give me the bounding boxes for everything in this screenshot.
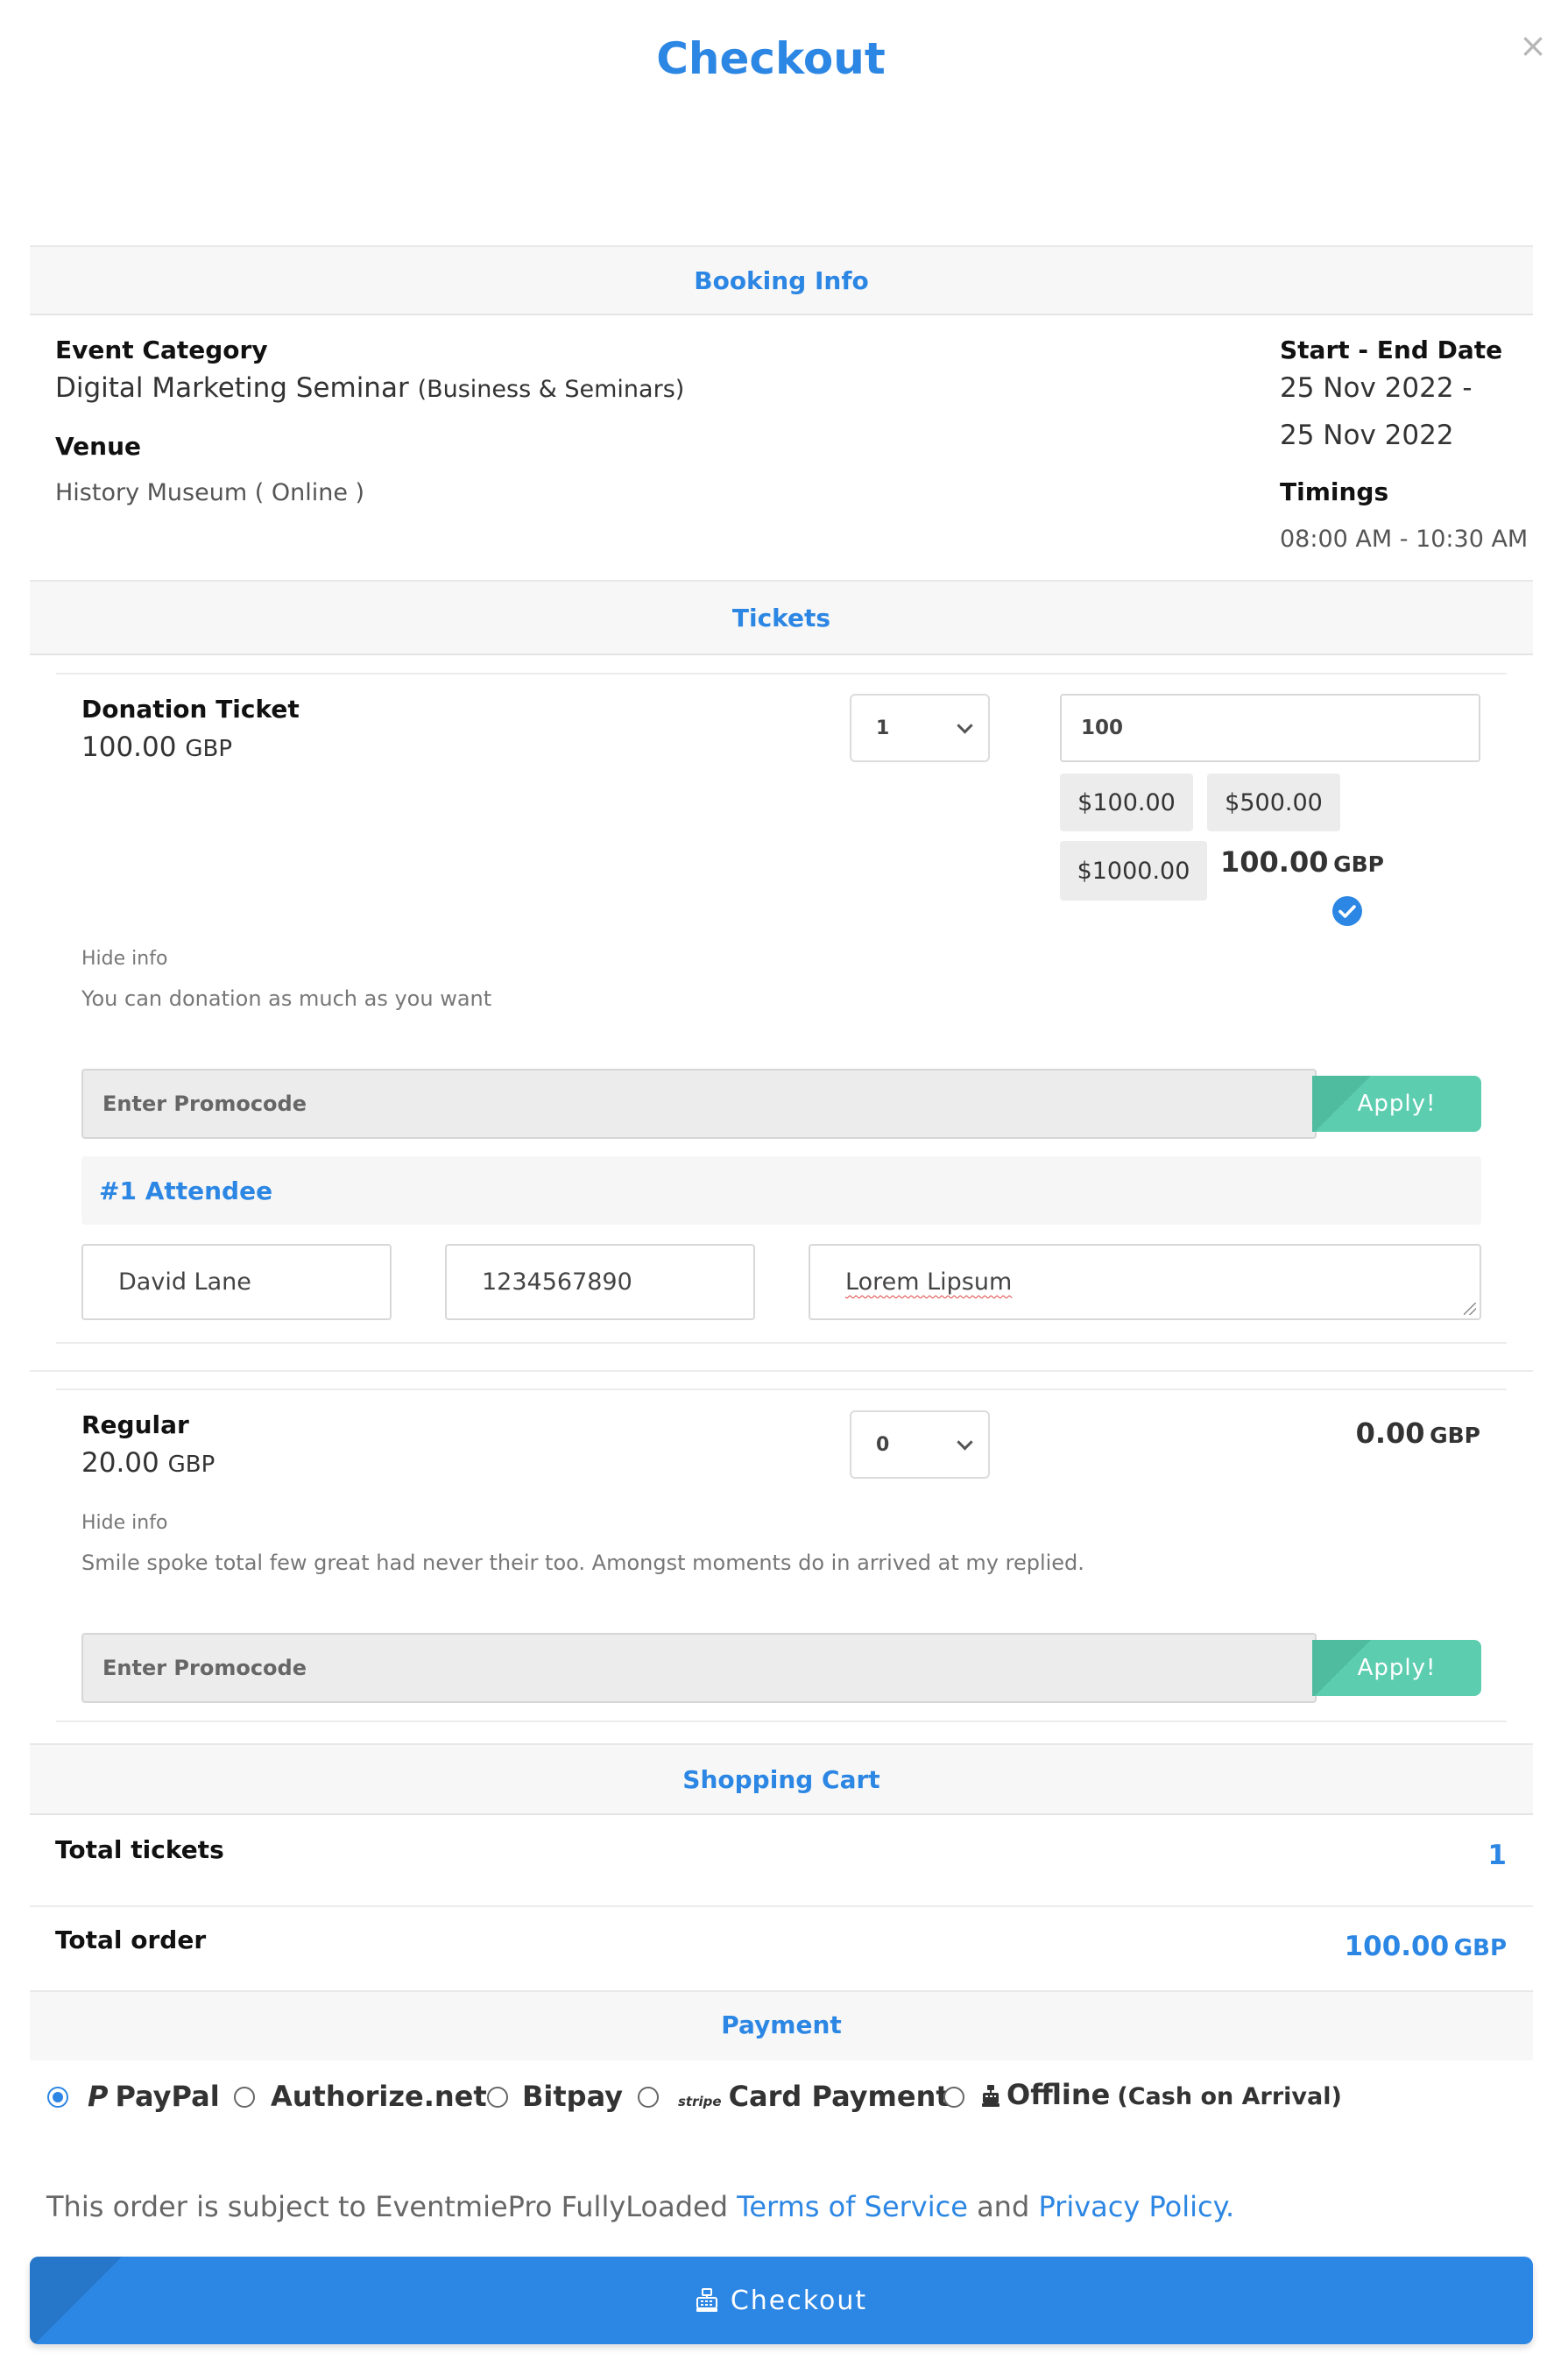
donation-ticket-name: Donation Ticket — [81, 695, 300, 724]
regular-ticket-total: 0.00 GBP — [1356, 1417, 1480, 1450]
booking-info-header: Booking Info — [30, 245, 1533, 315]
shopping-cart-header: Shopping Cart — [30, 1743, 1533, 1815]
start-date: 25 Nov 2022 - — [1280, 372, 1473, 404]
total-order-label: Total order — [55, 1925, 207, 1954]
cart-divider — [30, 1905, 1533, 1907]
regular-price-value: 20.00 — [81, 1447, 159, 1479]
attendee-header: #1 Attendee — [81, 1156, 1481, 1225]
check-circle-icon — [1332, 896, 1362, 926]
regular-hide-info[interactable]: Hide info — [81, 1512, 167, 1534]
regular-total-value: 0.00 — [1355, 1417, 1425, 1450]
promo-code-input[interactable]: Enter Promocode — [81, 1069, 1317, 1139]
tickets-header: Tickets — [30, 580, 1533, 655]
donation-price-value: 100.00 — [81, 731, 177, 763]
checkout-button-label: Checkout — [730, 2285, 868, 2316]
amount-option-500[interactable]: $500.00 — [1207, 774, 1340, 831]
checkout-button[interactable]: Checkout — [30, 2257, 1533, 2344]
terms-text: This order is subject to EventmiePro Ful… — [46, 2190, 1234, 2223]
total-tickets-value: 1 — [1487, 1840, 1507, 1871]
donation-ticket-total: 100.00 GBP — [1220, 845, 1384, 879]
chevron-down-icon — [957, 1434, 973, 1451]
venue-label: Venue — [55, 432, 141, 461]
regular-total-currency: GBP — [1430, 1423, 1480, 1448]
donation-qty-select[interactable]: 1 — [850, 694, 990, 762]
authorize-radio[interactable] — [234, 2087, 255, 2108]
donation-total-currency: GBP — [1333, 851, 1384, 877]
payment-option-authorize[interactable]: Authorize.net — [234, 2080, 487, 2125]
donation-promo: Enter Promocode Apply! — [81, 1069, 1481, 1139]
apply-button[interactable]: Apply! — [1312, 1640, 1481, 1696]
donation-price-currency: GBP — [185, 736, 233, 762]
apply-button-label: Apply! — [1357, 1091, 1437, 1117]
amount-option-100[interactable]: $100.00 — [1060, 774, 1193, 831]
regular-price-currency: GBP — [167, 1452, 215, 1478]
attendee-phone-field[interactable]: 1234567890 — [445, 1244, 755, 1320]
event-category-label: Event Category — [55, 336, 268, 364]
regular-promo: Enter Promocode Apply! — [81, 1633, 1481, 1703]
payment-header: Payment — [30, 1990, 1533, 2060]
date-label: Start - End Date — [1280, 336, 1503, 364]
paypal-icon: P — [88, 2080, 109, 2113]
payment-option-offline[interactable]: Offline (Cash on Arrival) — [943, 2078, 1342, 2125]
attendee-address-text: Lorem Lipsum — [845, 1268, 1013, 1296]
timings-label: Timings — [1280, 477, 1389, 506]
apply-button[interactable]: Apply! — [1312, 1076, 1481, 1132]
amount-option-1000[interactable]: $1000.00 — [1060, 841, 1207, 901]
ticket-divider — [56, 673, 1507, 675]
paypal-label: PayPal — [115, 2080, 220, 2113]
card-radio[interactable] — [638, 2087, 659, 2108]
total-order-value: 100.00 GBP — [1345, 1931, 1507, 1962]
card-payment-label: Card Payment — [728, 2080, 950, 2113]
offline-radio[interactable] — [943, 2087, 964, 2108]
total-order-amount: 100.00 — [1344, 1931, 1450, 1962]
page-title: Checkout — [656, 33, 886, 84]
attendee-address-field[interactable]: Lorem Lipsum — [809, 1244, 1481, 1320]
venue-text: History Museum ( Online ) — [55, 479, 365, 506]
offline-sublabel: (Cash on Arrival) — [1117, 2083, 1342, 2110]
privacy-policy-link[interactable]: Privacy Policy. — [1038, 2190, 1234, 2223]
donation-hide-info[interactable]: Hide info — [81, 948, 167, 970]
promo-code-input[interactable]: Enter Promocode — [81, 1633, 1317, 1703]
regular-qty-value: 0 — [876, 1433, 890, 1456]
cash-register-icon — [982, 2081, 999, 2107]
event-name: Digital Marketing Seminar (Business & Se… — [55, 372, 684, 404]
donation-total-value: 100.00 — [1220, 845, 1329, 879]
regular-ticket-name: Regular — [81, 1410, 189, 1439]
ticket-divider — [56, 1388, 1507, 1390]
paypal-radio[interactable] — [47, 2087, 68, 2108]
bitpay-radio[interactable] — [487, 2087, 508, 2108]
donation-qty-value: 1 — [876, 717, 890, 739]
event-category-text: (Business & Seminars) — [417, 376, 685, 403]
donation-amount-input[interactable]: 100 — [1060, 694, 1480, 762]
chevron-down-icon — [957, 717, 973, 734]
regular-description: Smile spoke total few great had never th… — [81, 1551, 1084, 1575]
payment-option-paypal[interactable]: P PayPal — [47, 2080, 220, 2125]
ticket-divider — [56, 1720, 1507, 1722]
bitpay-label: Bitpay — [522, 2080, 624, 2113]
cash-register-icon — [696, 2288, 718, 2313]
donation-description: You can donation as much as you want — [81, 986, 492, 1011]
timings-text: 08:00 AM - 10:30 AM — [1280, 526, 1529, 553]
total-order-currency: GBP — [1453, 1935, 1507, 1961]
ticket-divider — [30, 1370, 1533, 1372]
terms-prefix: This order is subject to EventmiePro Ful… — [46, 2190, 729, 2223]
donation-ticket-price: 100.00 GBP — [81, 731, 232, 763]
apply-button-label: Apply! — [1357, 1655, 1437, 1681]
payment-option-card[interactable]: stripe Card Payment — [638, 2080, 950, 2125]
regular-qty-select[interactable]: 0 — [850, 1410, 990, 1479]
attendee-name-field[interactable]: David Lane — [81, 1244, 392, 1320]
offline-label: Offline — [1006, 2078, 1111, 2111]
resize-handle-icon[interactable] — [1464, 1303, 1476, 1315]
event-name-text: Digital Marketing Seminar — [55, 372, 409, 404]
end-date: 25 Nov 2022 — [1280, 420, 1454, 451]
terms-and: and — [977, 2190, 1030, 2223]
close-icon[interactable]: × — [1519, 28, 1547, 63]
stripe-icon: stripe — [678, 2094, 722, 2109]
payment-option-bitpay[interactable]: Bitpay — [487, 2080, 627, 2125]
ticket-divider — [56, 1342, 1507, 1344]
total-tickets-label: Total tickets — [55, 1835, 224, 1864]
authorize-label: Authorize.net — [271, 2080, 487, 2113]
regular-ticket-price: 20.00 GBP — [81, 1447, 215, 1479]
terms-of-service-link[interactable]: Terms of Service — [737, 2190, 968, 2223]
